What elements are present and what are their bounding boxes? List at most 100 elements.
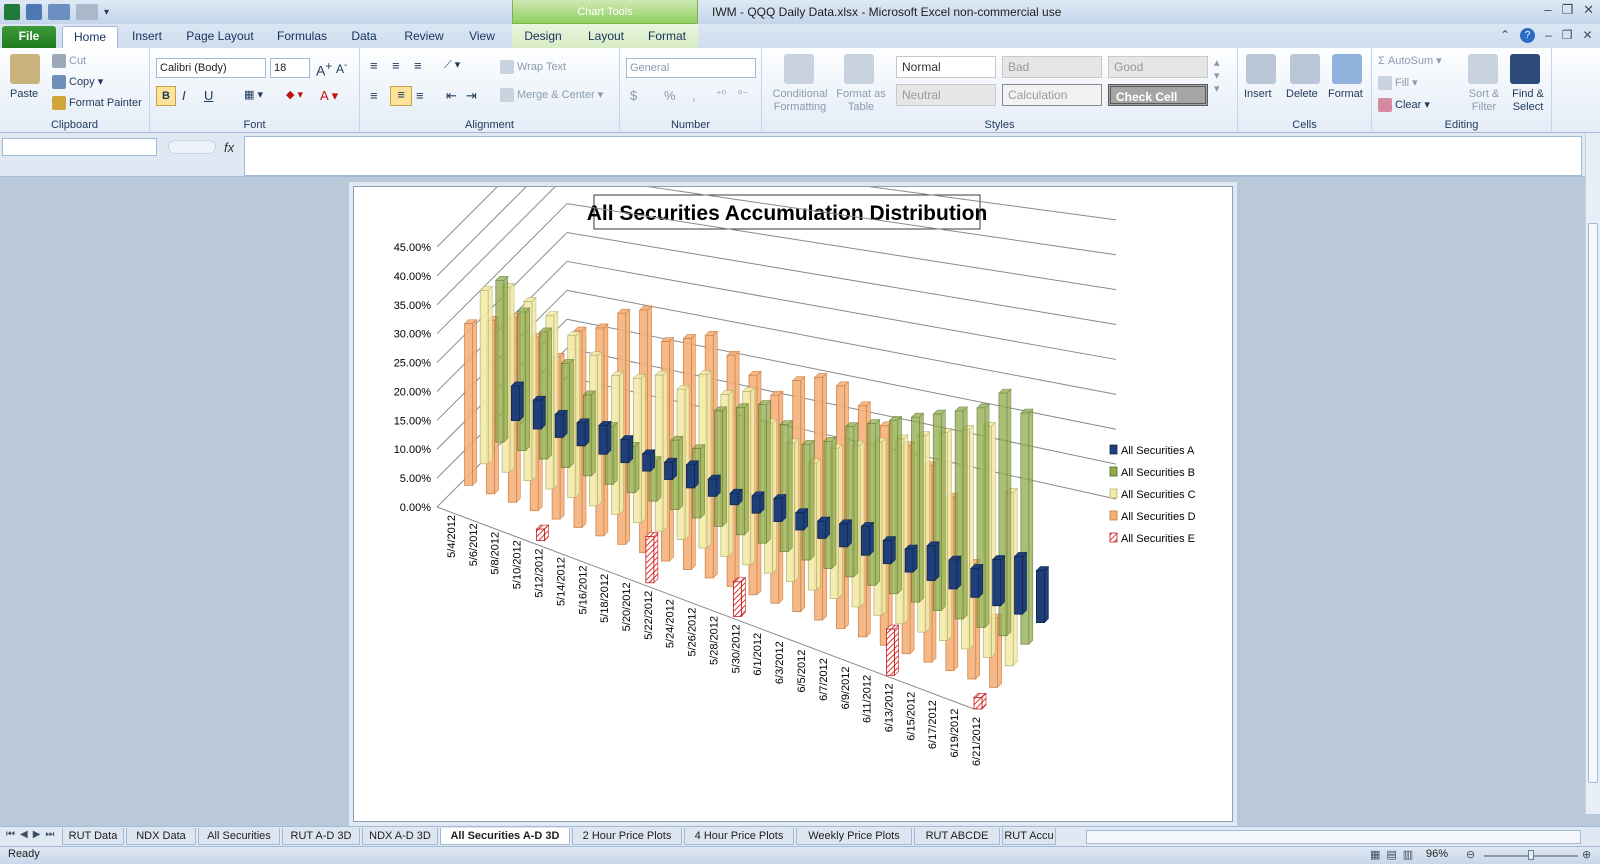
sheet-tab-all-securities-a-d-3d[interactable]: All Securities A-D 3D bbox=[440, 828, 570, 845]
sheet-tab-4-hour-price-plots[interactable]: 4 Hour Price Plots bbox=[684, 828, 794, 845]
sheet-tab-all-securities[interactable]: All Securities bbox=[198, 828, 280, 845]
sheet-tab-ndx-data[interactable]: NDX Data bbox=[126, 828, 196, 845]
align-left-icon[interactable]: ≡ bbox=[370, 88, 378, 103]
number-format-combo[interactable]: General bbox=[626, 58, 756, 78]
increase-indent-icon[interactable]: ⇥ bbox=[466, 88, 477, 104]
autosum-button[interactable]: Σ AutoSum ▾ bbox=[1378, 54, 1442, 67]
doc-restore-icon[interactable]: ❐ bbox=[1562, 28, 1573, 43]
italic-button[interactable]: I bbox=[182, 88, 186, 103]
paste-button[interactable]: Paste bbox=[10, 88, 38, 100]
copy-button[interactable]: Copy ▾ bbox=[52, 75, 103, 90]
close-icon[interactable]: ✕ bbox=[1583, 2, 1594, 18]
cut-button[interactable]: Cut bbox=[52, 54, 86, 68]
save-icon[interactable] bbox=[26, 4, 42, 20]
insert-cells-button[interactable]: Insert bbox=[1244, 88, 1272, 100]
insert-cells-icon[interactable] bbox=[1246, 54, 1276, 84]
format-painter-button[interactable]: Format Painter bbox=[52, 96, 142, 110]
format-as-table-button[interactable]: Format as Table bbox=[836, 88, 886, 114]
minimize-icon[interactable]: – bbox=[1544, 2, 1551, 18]
restore-icon[interactable]: ❐ bbox=[1561, 2, 1573, 18]
format-cells-button[interactable]: Format bbox=[1328, 88, 1363, 100]
style-normal[interactable]: Normal bbox=[896, 56, 996, 78]
borders-icon[interactable]: ▦ ▾ bbox=[244, 88, 263, 101]
style-bad[interactable]: Bad bbox=[1002, 56, 1102, 78]
tab-page-layout[interactable]: Page Layout bbox=[180, 26, 260, 48]
delete-cells-button[interactable]: Delete bbox=[1286, 88, 1318, 100]
delete-cells-icon[interactable] bbox=[1290, 54, 1320, 84]
align-bottom-icon[interactable]: ≡ bbox=[414, 58, 422, 73]
chart-area[interactable]: All Securities Accumulation Distribution… bbox=[353, 116, 1233, 822]
sort-filter-button[interactable]: Sort & Filter bbox=[1464, 88, 1504, 114]
sheet-tab-rut-a-d-3d[interactable]: RUT A-D 3D bbox=[282, 828, 360, 845]
format-as-table-icon[interactable] bbox=[844, 54, 874, 84]
clear-button[interactable]: Clear ▾ bbox=[1378, 98, 1430, 113]
align-right-icon[interactable]: ≡ bbox=[416, 88, 424, 103]
formula-input[interactable] bbox=[244, 136, 1582, 176]
minimize-ribbon-icon[interactable]: ⌃ bbox=[1500, 28, 1510, 43]
tab-view[interactable]: View bbox=[460, 26, 504, 48]
tab-insert[interactable]: Insert bbox=[122, 26, 172, 48]
underline-button[interactable]: U bbox=[204, 88, 213, 103]
shrink-font-icon[interactable]: A- bbox=[336, 60, 347, 76]
help-icon[interactable]: ? bbox=[1520, 28, 1536, 43]
conditional-formatting-icon[interactable] bbox=[784, 54, 814, 84]
paste-icon[interactable] bbox=[10, 54, 40, 84]
align-top-icon[interactable]: ≡ bbox=[370, 58, 378, 73]
style-neutral[interactable]: Neutral bbox=[896, 84, 996, 106]
increase-decimal-icon[interactable]: ⁺⁰ bbox=[716, 88, 726, 101]
sheet-tab-weekly-price-plots[interactable]: Weekly Price Plots bbox=[796, 828, 912, 845]
tab-file[interactable]: File bbox=[2, 26, 56, 48]
decrease-decimal-icon[interactable]: ⁰⁻ bbox=[738, 88, 748, 101]
sheet-nav-icons[interactable]: ⏮◀▶⏭ bbox=[6, 829, 59, 840]
percent-button[interactable]: % bbox=[664, 88, 676, 103]
fill-button[interactable]: Fill ▾ bbox=[1378, 76, 1418, 91]
font-name-combo[interactable]: Calibri (Body) bbox=[156, 58, 266, 78]
sheet-tab-rut-abcde[interactable]: RUT ABCDE bbox=[914, 828, 1000, 845]
horizontal-scrollbar[interactable] bbox=[1086, 830, 1581, 844]
bold-button[interactable]: B bbox=[156, 86, 176, 106]
tab-home[interactable]: Home bbox=[62, 26, 118, 49]
view-buttons[interactable]: ▦▤▥ bbox=[1370, 848, 1419, 861]
styles-scroll-icon[interactable]: ▴ ▾ ▾ bbox=[1214, 56, 1220, 95]
zoom-slider-thumb[interactable] bbox=[1528, 850, 1534, 860]
tab-formulas[interactable]: Formulas bbox=[270, 26, 334, 48]
merge-center-button[interactable]: Merge & Center ▾ bbox=[500, 88, 603, 103]
insert-function-icon[interactable]: fx bbox=[224, 140, 234, 155]
doc-close-icon[interactable]: ✕ bbox=[1583, 28, 1593, 43]
currency-button[interactable]: $ bbox=[630, 88, 637, 103]
format-cells-icon[interactable] bbox=[1332, 54, 1362, 84]
align-center-icon[interactable]: ≡ bbox=[390, 86, 412, 106]
sheet-tab-rut-accu[interactable]: RUT Accu bbox=[1002, 828, 1056, 845]
tab-data[interactable]: Data bbox=[342, 26, 386, 48]
wrap-text-button[interactable]: Wrap Text bbox=[500, 60, 566, 74]
comma-button[interactable]: , bbox=[692, 88, 696, 103]
binoculars-icon[interactable] bbox=[1510, 54, 1540, 84]
font-color-icon[interactable]: A ▾ bbox=[320, 88, 338, 104]
grow-font-icon[interactable]: A+ bbox=[316, 60, 332, 79]
undo-icon[interactable] bbox=[48, 4, 70, 20]
conditional-formatting-button[interactable]: Conditional Formatting bbox=[768, 88, 832, 114]
font-size-combo[interactable]: 18 bbox=[270, 58, 310, 78]
tab-format[interactable]: Format bbox=[640, 26, 694, 48]
name-box[interactable] bbox=[2, 138, 157, 156]
sheet-tab-rut-data[interactable]: RUT Data bbox=[62, 828, 124, 845]
redo-icon[interactable] bbox=[76, 4, 98, 20]
align-middle-icon[interactable]: ≡ bbox=[392, 58, 400, 73]
tab-design[interactable]: Design bbox=[516, 26, 570, 48]
find-select-button[interactable]: Find & Select bbox=[1506, 88, 1550, 114]
zoom-out-icon[interactable]: ⊖ bbox=[1466, 848, 1475, 861]
zoom-level[interactable]: 96% bbox=[1426, 848, 1448, 860]
sort-filter-icon[interactable] bbox=[1468, 54, 1498, 84]
customize-qat-icon[interactable]: ▾ bbox=[104, 7, 109, 18]
vertical-scrollbar[interactable] bbox=[1585, 133, 1600, 814]
doc-minimize-icon[interactable]: – bbox=[1545, 28, 1552, 43]
style-calculation[interactable]: Calculation bbox=[1002, 84, 1102, 106]
fill-color-icon[interactable]: ◆ ▾ bbox=[286, 88, 303, 101]
sheet-tab-ndx-a-d-3d[interactable]: NDX A-D 3D bbox=[362, 828, 438, 845]
style-good[interactable]: Good bbox=[1108, 56, 1208, 78]
style-check-cell[interactable]: Check Cell bbox=[1108, 84, 1208, 106]
sheet-tab-2-hour-price-plots[interactable]: 2 Hour Price Plots bbox=[572, 828, 682, 845]
formula-bar-handle[interactable] bbox=[168, 140, 216, 154]
orientation-icon[interactable]: ⟋ ▾ bbox=[444, 58, 460, 72]
zoom-in-icon[interactable]: ⊕ bbox=[1582, 848, 1591, 861]
